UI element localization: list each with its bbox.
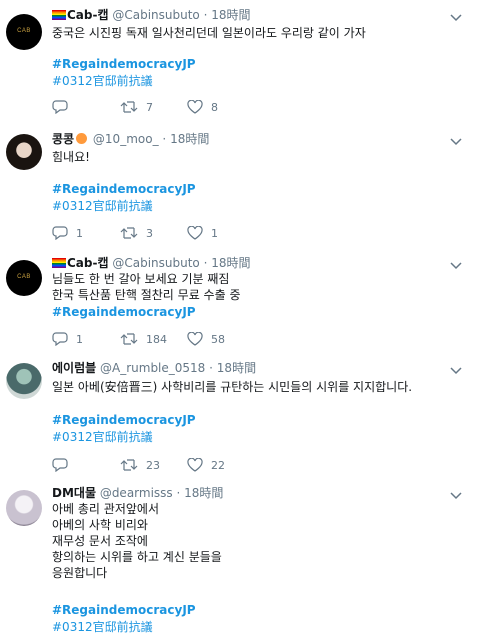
avatar-text: CAB: [17, 274, 31, 280]
hashtag-link[interactable]: #RegaindemocracyJP: [52, 304, 196, 320]
hashtag-link[interactable]: #0312官邸前抗議: [52, 198, 153, 214]
retweet-count: 3: [146, 226, 153, 240]
tweet[interactable]: CAB Cab-캡 @Cabinsubuto · 18時間 님들도 한 번 갈아…: [0, 248, 477, 354]
like-count: 8: [211, 100, 218, 114]
rainbow-flag-icon: [52, 10, 66, 20]
display-name[interactable]: Cab-캡: [67, 8, 109, 22]
tweet[interactable]: 에이럼블 @A_rumble_0518 · 18時間 일본 아베(安倍晋三) 사…: [0, 353, 477, 479]
retweet-icon: [120, 101, 138, 113]
heart-icon: [187, 458, 203, 472]
timestamp[interactable]: 18時間: [170, 132, 209, 146]
tweet-text: 힘내요!: [52, 150, 90, 164]
tweet-header: DM대물 @dearmisss · 18時間: [52, 484, 223, 502]
timestamp[interactable]: 18時間: [211, 256, 250, 270]
reply-button[interactable]: 1: [52, 330, 83, 348]
user-handle[interactable]: @dearmisss: [100, 486, 173, 500]
separator-dot: ·: [209, 361, 213, 375]
timestamp[interactable]: 18時間: [184, 486, 223, 500]
heart-icon: [187, 226, 203, 240]
display-name[interactable]: 콩콩: [52, 132, 74, 146]
like-count: 1: [211, 226, 218, 240]
avatar[interactable]: CAB: [6, 260, 42, 296]
avatar-text: CAB: [17, 28, 31, 34]
tweet-actions: 1 3 1: [52, 224, 312, 242]
tweet-text: 중국은 시진핑 독재 일사천리던데 일본이라도 우리랑 같이 가자: [52, 26, 366, 40]
retweet-icon: [120, 227, 138, 239]
reply-button[interactable]: [52, 456, 76, 474]
retweet-count: 7: [146, 100, 153, 114]
tweet-text: 님들도 한 번 갈아 보세요 기분 째짐 한국 특산품 탄핵 절찬리 무료 수출…: [52, 272, 241, 302]
hashtag-link[interactable]: #RegaindemocracyJP: [52, 181, 196, 197]
tweet-header: Cab-캡 @Cabinsubuto · 18時間: [52, 6, 251, 24]
display-name[interactable]: Cab-캡: [67, 256, 109, 270]
display-name[interactable]: DM대물: [52, 486, 96, 500]
retweet-count: 184: [146, 332, 167, 346]
user-handle[interactable]: @Cabinsubuto: [112, 8, 199, 22]
tweet-actions: 1 184 58: [52, 330, 312, 348]
chevron-down-icon[interactable]: [447, 361, 465, 379]
peach-emoji-icon: [76, 133, 88, 144]
chevron-down-icon[interactable]: [447, 256, 465, 274]
user-handle[interactable]: @Cabinsubuto: [112, 256, 199, 270]
avatar[interactable]: [6, 490, 42, 526]
tweet[interactable]: 콩콩 @10_moo_ · 18時間 힘내요! #Regaindemocracy…: [0, 124, 477, 249]
reply-button[interactable]: [52, 98, 76, 116]
retweet-button[interactable]: 184: [120, 330, 167, 348]
heart-icon: [187, 100, 203, 114]
reply-count: 1: [76, 226, 83, 240]
tweet-header: Cab-캡 @Cabinsubuto · 18時間: [52, 254, 251, 272]
retweet-icon: [120, 333, 138, 345]
separator-dot: ·: [203, 8, 208, 22]
timestamp[interactable]: 18時間: [217, 361, 256, 375]
avatar[interactable]: [6, 134, 42, 170]
chevron-down-icon[interactable]: [447, 132, 465, 150]
retweet-count: 23: [146, 458, 160, 472]
hashtag-link[interactable]: #RegaindemocracyJP: [52, 602, 196, 618]
avatar[interactable]: CAB: [6, 14, 42, 50]
display-name[interactable]: 에이럼블: [52, 361, 96, 375]
chevron-down-icon[interactable]: [447, 486, 465, 504]
like-button[interactable]: 22: [187, 456, 225, 474]
like-button[interactable]: 1: [187, 224, 218, 242]
reply-count: 1: [76, 332, 83, 346]
avatar[interactable]: [6, 363, 42, 399]
separator-dot: ·: [203, 256, 208, 270]
separator-dot: ·: [176, 486, 181, 500]
tweet-header: 에이럼블 @A_rumble_0518 · 18時間: [52, 359, 256, 377]
reply-icon: [52, 332, 68, 346]
tweet-actions: 7 8: [52, 98, 312, 116]
hashtag-link[interactable]: #0312官邸前抗議: [52, 73, 153, 89]
like-count: 58: [211, 332, 225, 346]
tweet-actions: 23 22: [52, 456, 312, 474]
hashtag-link[interactable]: #RegaindemocracyJP: [52, 56, 196, 72]
rainbow-flag-icon: [52, 258, 66, 268]
tweet[interactable]: CAB Cab-캡 @Cabinsubuto · 18時間 중국은 시진핑 독재…: [0, 0, 477, 125]
user-handle[interactable]: @10_moo_: [93, 132, 159, 146]
tweet-text: 아베 총리 관저앞에서 아베의 사학 비리와 재무성 문서 조작에 항의하는 시…: [52, 502, 222, 580]
reply-button[interactable]: 1: [52, 224, 83, 242]
timestamp[interactable]: 18時間: [211, 8, 250, 22]
hashtag-link[interactable]: #RegaindemocracyJP: [52, 412, 196, 428]
retweet-icon: [120, 459, 138, 471]
user-handle[interactable]: @A_rumble_0518: [100, 361, 205, 375]
tweet[interactable]: DM대물 @dearmisss · 18時間 아베 총리 관저앞에서 아베의 사…: [0, 478, 477, 640]
like-button[interactable]: 58: [187, 330, 225, 348]
separator-dot: ·: [162, 132, 167, 146]
like-button[interactable]: 8: [187, 98, 218, 116]
chevron-down-icon[interactable]: [447, 8, 465, 26]
retweet-button[interactable]: 3: [120, 224, 153, 242]
like-count: 22: [211, 458, 225, 472]
tweet-header: 콩콩 @10_moo_ · 18時間: [52, 130, 209, 148]
tweet-text: 일본 아베(安倍晋三) 사학비리를 규탄하는 시민들의 시위를 지지합니다.: [52, 380, 413, 394]
retweet-button[interactable]: 23: [120, 456, 160, 474]
reply-icon: [52, 226, 68, 240]
reply-icon: [52, 100, 68, 114]
reply-icon: [52, 458, 68, 472]
retweet-button[interactable]: 7: [120, 98, 153, 116]
hashtag-link[interactable]: #0312官邸前抗議: [52, 429, 153, 445]
heart-icon: [187, 332, 203, 346]
hashtag-link[interactable]: #0312官邸前抗議: [52, 619, 153, 635]
